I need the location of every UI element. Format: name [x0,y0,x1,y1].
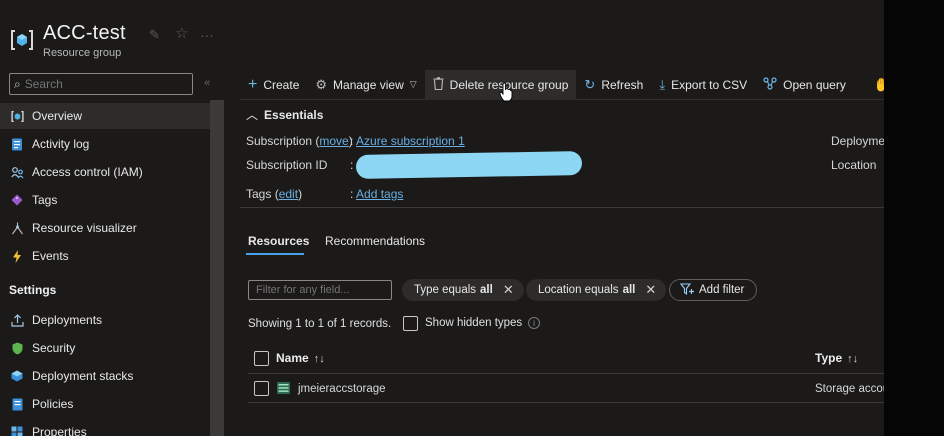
policy-icon [10,397,24,411]
type-filter-pill[interactable]: Type equals all ✕ [402,279,524,301]
subscription-value: : Azure subscription 1 [350,134,465,148]
feedback-button[interactable]: ✋ [866,70,884,100]
sidebar-item-access-control[interactable]: Access control (IAM) [0,159,210,185]
redaction-scribble [355,151,583,179]
sidebar-item-overview[interactable]: Overview [0,103,210,129]
page-title: ACC-test [43,22,126,44]
deploy-icon [10,313,24,327]
trash-icon [433,76,444,93]
page-subtitle: Resource group [43,47,122,59]
deployments-label: Deployme [831,134,884,148]
sidebar-item-resource-visualizer[interactable]: Resource visualizer [0,215,210,241]
active-tab-indicator [246,253,304,255]
resource-group-icon [10,109,24,123]
refresh-icon: ↻ [584,76,596,92]
shield-icon [10,341,24,355]
info-icon[interactable]: i [528,317,540,329]
records-count: Showing 1 to 1 of 1 records. [248,318,392,330]
sidebar-section-settings: Settings [9,283,57,297]
resource-type: Storage accou [815,383,884,395]
close-icon[interactable]: ✕ [503,282,514,298]
create-button[interactable]: + Create [240,70,307,100]
sidebar-item-activity-log[interactable]: Activity log [0,131,210,157]
sidebar-item-policies[interactable]: Policies [0,391,210,417]
more-icon[interactable]: … [200,24,214,40]
resource-group-icon [11,30,33,50]
subscription-id-label: Subscription ID [246,158,328,172]
pin-icon[interactable]: ✎ [149,27,160,43]
lightning-icon [10,249,24,263]
subscription-id-colon: : [350,158,354,172]
people-icon [10,165,24,179]
export-csv-button[interactable]: ⤓ Export to CSV [651,70,755,100]
resource-name-link[interactable]: jmeieraccstorage [298,383,386,395]
download-icon: ⤓ [659,76,666,92]
table-row-divider [248,402,884,403]
sort-icon: ↑↓ [847,353,859,365]
close-icon[interactable]: ✕ [645,282,656,298]
hand-cursor-icon [499,82,513,102]
edit-tags-link[interactable]: edit [279,187,298,201]
chevron-down-icon: ▽ [409,79,417,89]
visualizer-icon [10,221,24,235]
plus-icon: + [248,75,258,93]
query-icon [763,76,777,93]
activity-log-icon [10,137,24,151]
sort-icon: ↑↓ [313,353,325,365]
add-tags-link[interactable]: Add tags [356,187,403,201]
open-query-button[interactable]: Open query [755,70,854,100]
subscription-label: Subscription (move) [246,134,353,148]
location-filter-pill[interactable]: Location equals all ✕ [526,279,667,301]
sidebar-item-tags[interactable]: Tags [0,187,210,213]
search-input[interactable] [24,77,175,91]
select-all-checkbox[interactable] [254,351,269,366]
tab-resources[interactable]: Resources [248,234,309,248]
table-header-divider [248,373,884,374]
essentials-divider [240,207,884,208]
right-edge-panel [884,0,944,436]
essentials-toggle[interactable]: ︿ Essentials [246,106,323,123]
sidebar-search[interactable]: ⌕ [9,73,193,95]
subscription-link[interactable]: Azure subscription 1 [356,134,465,148]
tags-value: : Add tags [350,187,404,201]
show-hidden-checkbox[interactable] [403,316,418,331]
star-icon[interactable]: ☆ [175,24,188,42]
tab-recommendations[interactable]: Recommendations [325,234,425,248]
collapse-sidebar-icon[interactable]: « [204,77,210,89]
sidebar-scrollbar[interactable] [210,100,224,436]
column-header-type[interactable]: Type ↑↓ [815,351,858,365]
sidebar-item-deployments[interactable]: Deployments [0,307,210,333]
filter-input[interactable] [248,280,392,300]
tag-icon [10,193,24,207]
properties-icon [10,425,24,436]
sidebar-item-properties[interactable]: Properties [0,419,210,436]
tags-label: Tags (edit) [246,187,303,201]
gear-icon: ⚙ [315,76,328,92]
location-label: Location [831,158,877,172]
add-filter-button[interactable]: Add filter [669,279,758,301]
stack-icon [10,369,24,383]
manage-view-button[interactable]: ⚙ Manage view ▽ [307,70,424,100]
storage-account-icon [277,382,290,394]
sidebar-item-events[interactable]: Events [0,243,210,269]
add-filter-icon [679,282,694,298]
hand-icon: ✋ [873,76,884,92]
show-hidden-label: Show hidden types [425,317,523,329]
command-bar: + Create ⚙ Manage view ▽ Delete resource… [240,69,884,100]
refresh-button[interactable]: ↻ Refresh [576,70,651,100]
move-link[interactable]: move [319,134,348,148]
azure-portal: ACC-test Resource group ✎ ☆ … ⌕ « Overvi… [0,0,884,436]
column-header-name[interactable]: Name ↑↓ [276,351,325,365]
search-icon: ⌕ [14,76,21,91]
sidebar-item-deployment-stacks[interactable]: Deployment stacks [0,363,210,389]
sidebar-item-security[interactable]: Security [0,335,210,361]
chevron-up-icon: ︿ [246,108,259,122]
row-checkbox[interactable] [254,381,269,396]
